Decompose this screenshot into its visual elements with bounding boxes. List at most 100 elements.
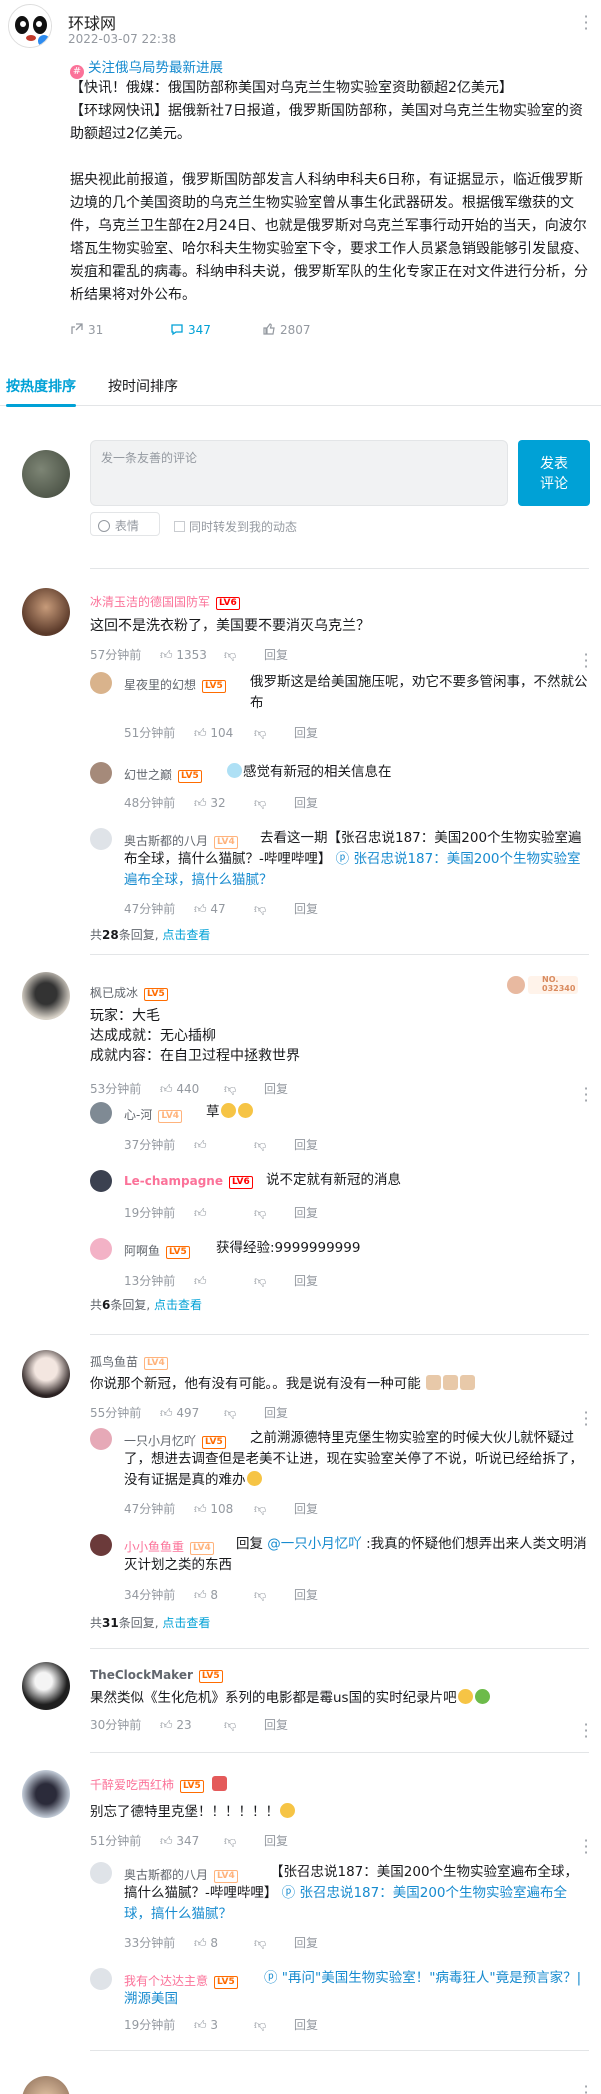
dislike-icon[interactable]: 👎︎ [254,1502,294,1517]
like-button[interactable]: 👍︎ [194,1206,254,1221]
username[interactable]: 星夜里的幻想 LV5 [124,676,226,693]
view-replies: 共6条回复, 点击查看 [90,1298,203,1312]
like-button[interactable]: 👍︎ 347 [160,1834,224,1849]
username[interactable]: 枫已成冰 LV5 [90,984,168,1001]
user-avatar[interactable] [22,1662,70,1710]
more-icon[interactable]: · · · [583,647,589,675]
emoji-button[interactable]: 表情 [90,512,160,536]
like-button[interactable]: 👍︎ 497 [160,1406,224,1421]
topic-link[interactable]: # 关注俄乌局势最新进展 [70,56,223,79]
user-avatar[interactable] [22,1350,70,1398]
reply-button[interactable]: 回复 [294,1138,318,1152]
repost-checkbox[interactable]: 同时转发到我的动态 [174,518,297,535]
dislike-icon[interactable]: 👎︎ [254,1588,294,1603]
more-icon[interactable]: · · · [583,9,589,37]
username[interactable]: 孤鸟鱼苗 LV4 [90,1353,168,1370]
sort-tabs: 按热度排序 按时间排序 [0,372,601,407]
dislike-icon[interactable]: 👎︎ [224,1406,264,1421]
reply-button[interactable]: 回复 [294,902,318,916]
dislike-icon[interactable]: 👎︎ [254,1936,294,1951]
tab-time[interactable]: 按时间排序 [108,376,178,396]
like-button[interactable]: 👍︎ 8 [194,1936,254,1951]
username[interactable]: 阿啊鱼 LV5 [124,1242,190,1259]
like-button[interactable]: 👍︎ 47 [194,902,254,917]
reply-button[interactable]: 回复 [294,1502,318,1516]
like-button[interactable]: 👍︎ [194,1274,254,1289]
username[interactable]: 心-河 LV4 [124,1106,183,1123]
submit-comment-button[interactable]: 发表 评论 [518,440,590,506]
dislike-icon[interactable]: 👎︎ [254,1206,294,1221]
reply-button[interactable]: 回复 [264,1082,288,1096]
view-replies-link[interactable]: 点击查看 [154,1298,202,1312]
dislike-icon[interactable]: 👎︎ [254,902,294,917]
author-avatar[interactable] [8,4,52,48]
like-button[interactable]: 👍︎ [194,1138,254,1153]
emoji-icon [457,1689,473,1704]
user-avatar[interactable] [90,762,112,784]
more-icon[interactable]: · · · [583,1405,589,1433]
reply-button[interactable]: 回复 [264,648,288,662]
like-button[interactable]: 2807 [262,322,311,337]
mention-link[interactable]: @一只小月忆吖 [267,1536,362,1552]
more-icon[interactable]: · · · [583,1833,589,1861]
user-avatar[interactable] [90,1534,112,1556]
reply-button[interactable]: 回复 [264,1718,288,1732]
like-button[interactable]: 👍︎ 108 [194,1502,254,1517]
reply-button[interactable]: 回复 [294,1274,318,1288]
tab-hot[interactable]: 按热度排序 [6,376,76,396]
user-avatar[interactable] [90,1968,112,1990]
username[interactable]: Le-champagne LV6 [124,1174,253,1189]
dislike-icon[interactable]: 👎︎ [254,2018,294,2033]
reply-button[interactable]: 回复 [294,796,318,810]
username[interactable]: 幻世之巅 LV5 [124,766,202,783]
like-button[interactable]: 👍︎ 23 [160,1718,224,1733]
user-avatar[interactable] [90,672,112,694]
reply-button[interactable]: 回复 [294,726,318,740]
reply-button[interactable]: 回复 [264,1834,288,1848]
dislike-icon[interactable]: 👎︎ [254,1274,294,1289]
user-avatar[interactable] [90,1170,112,1192]
share-button[interactable]: 31 [70,322,170,337]
post-stats: 31 347 2807 [70,322,311,337]
username[interactable]: 冰清玉洁的德国国防军 LV6 [90,593,240,610]
view-replies-link[interactable]: 点击查看 [162,928,210,942]
user-avatar[interactable] [22,588,70,636]
like-button[interactable]: 👍︎ 32 [194,796,254,811]
reply-button[interactable]: 回复 [264,1406,288,1420]
more-icon[interactable]: · · · [583,1717,589,1745]
user-avatar[interactable] [90,1862,112,1884]
reply-button[interactable]: 回复 [294,1936,318,1950]
dislike-icon[interactable]: 👎︎ [224,1834,264,1849]
user-avatar[interactable] [22,2076,70,2094]
username[interactable]: 千醉爱吃西红柿 LV5 [90,1776,228,1793]
username[interactable]: TheClockMaker LV5 [90,1668,223,1683]
reply-button[interactable]: 回复 [294,2018,318,2032]
like-button[interactable]: 👍︎ 104 [194,726,254,741]
dislike-icon[interactable]: 👎︎ [224,1082,264,1097]
reply-button[interactable]: 回复 [294,1206,318,1220]
user-avatar[interactable] [22,1770,70,1818]
dislike-icon[interactable]: 👎︎ [254,1138,294,1153]
like-button[interactable]: 👍︎ 440 [160,1082,224,1097]
dislike-icon[interactable]: 👎︎ [254,726,294,741]
more-icon[interactable]: · · · [583,1081,589,1109]
dislike-icon[interactable]: 👎︎ [224,1718,264,1733]
comment-button[interactable]: 347 [170,322,262,337]
like-button[interactable]: 👍︎ 3 [194,2018,254,2033]
more-icon[interactable]: · · [583,2079,589,2094]
dislike-icon[interactable]: 👎︎ [254,796,294,811]
dislike-icon[interactable]: 👎︎ [224,648,264,663]
user-avatar[interactable] [22,972,70,1020]
like-button[interactable]: 👍︎ 8 [194,1588,254,1603]
user-avatar[interactable] [90,828,112,850]
view-replies-link[interactable]: 点击查看 [162,1616,210,1630]
author-name[interactable]: 环球网 [68,10,116,34]
user-avatar[interactable] [90,1238,112,1260]
reply-button[interactable]: 回复 [294,1588,318,1602]
comment-input[interactable]: 发一条友善的评论 [90,440,508,506]
user-avatar[interactable] [90,1428,112,1450]
my-avatar[interactable] [22,450,70,498]
video-link[interactable]: ⓟ "再问"美国生物实验室！"病毒狂人"竟是预言家？| 溯源美国 [124,1970,581,2007]
user-avatar[interactable] [90,1102,112,1124]
like-button[interactable]: 👍︎ 1353 [160,648,224,663]
